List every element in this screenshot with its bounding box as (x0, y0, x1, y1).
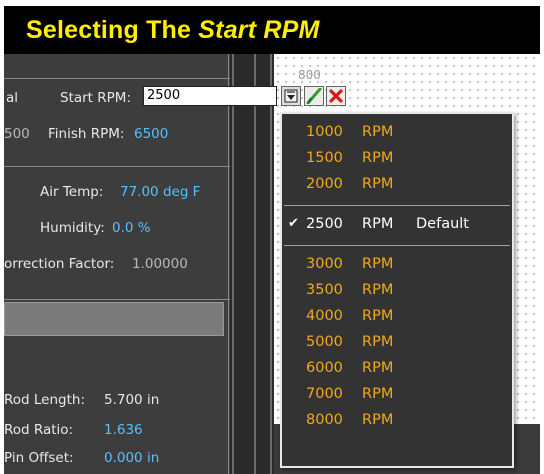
panel-border (228, 54, 229, 474)
finish-rpm-value[interactable]: 6500 (134, 126, 168, 142)
rpm-option-value: 2500 (306, 216, 343, 232)
graph-axis-label: 800 (298, 68, 321, 82)
splitter-stripe (254, 54, 256, 474)
correction-factor-value: 1.00000 (132, 256, 188, 272)
start-rpm-input[interactable]: 2500 (143, 86, 277, 106)
rpm-option-value: 8000 (306, 412, 343, 428)
rpm-option-value: 3000 (306, 256, 343, 272)
panel-splitter (230, 54, 274, 474)
page-title: Selecting The Start RPM (26, 16, 320, 45)
rpm-option-8000[interactable]: 8000 RPM (282, 410, 512, 432)
pin-offset-label: Pin Offset: (4, 450, 74, 466)
rpm-option-unit: RPM (362, 124, 394, 140)
rpm-option-7000[interactable]: 7000 RPM (282, 384, 512, 406)
correction-factor-label: orrection Factor: (4, 256, 115, 272)
dropdown-button[interactable] (281, 86, 301, 106)
rpm-option-unit: RPM (362, 412, 394, 428)
red-x-icon (329, 89, 343, 103)
rpm-option-6000[interactable]: 6000 RPM (282, 358, 512, 380)
rpm-option-unit: RPM (362, 334, 394, 350)
humidity-label: Humidity: (40, 220, 105, 236)
rod-ratio-label: Rod Ratio: (4, 422, 74, 438)
rpm-option-3500[interactable]: 3500 RPM (282, 280, 512, 302)
splitter-stripe (232, 54, 234, 474)
rpm-option-unit: RPM (362, 386, 394, 402)
rpm-option-4000[interactable]: 4000 RPM (282, 306, 512, 328)
start-rpm-value: 2500 (147, 88, 181, 103)
rod-length-label: Rod Length: (4, 392, 86, 408)
rpm-option-unit: RPM (362, 282, 394, 298)
rpm-option-value: 3500 (306, 282, 343, 298)
rpm-option-unit: RPM (362, 308, 394, 324)
checkmark-icon: ✔ (288, 216, 299, 231)
rpm-option-1500[interactable]: 1500 RPM (282, 148, 512, 170)
dropdown-separator (284, 245, 510, 246)
rpm-option-note: Default (416, 216, 469, 232)
title-prefix: Selecting The (26, 15, 199, 44)
air-temp-value[interactable]: 77.00 deg F (120, 184, 200, 200)
humidity-value[interactable]: 0.0 % (112, 220, 151, 236)
rpm-option-2000[interactable]: 2000 RPM (282, 174, 512, 196)
splitter-stripe (270, 54, 272, 474)
rpm-option-2500[interactable]: ✔ 2500 RPM Default (282, 214, 512, 236)
finish-rpm-label: Finish RPM: (48, 126, 125, 142)
panel-divider (4, 78, 230, 79)
rpm-option-value: 5000 (306, 334, 343, 350)
rpm-option-5000[interactable]: 5000 RPM (282, 332, 512, 354)
rod-ratio-value: 1.636 (104, 422, 143, 438)
rpm-option-unit: RPM (362, 216, 394, 232)
rpm-option-unit: RPM (362, 176, 394, 192)
rpm-option-value: 4000 (306, 308, 343, 324)
rpm-option-value: 7000 (306, 386, 343, 402)
title-banner: Selecting The Start RPM (4, 6, 540, 54)
accept-button[interactable] (304, 86, 324, 106)
rpm-option-unit: RPM (362, 360, 394, 376)
rpm-option-3000[interactable]: 3000 RPM (282, 254, 512, 276)
rod-length-value: 5.700 in (104, 392, 160, 408)
dropdown-separator (284, 205, 510, 206)
pin-offset-value[interactable]: 0.000 in (104, 450, 159, 466)
rpm-option-1000[interactable]: 1000 RPM (282, 122, 512, 144)
panel-divider (4, 299, 230, 300)
section-header-bar (4, 302, 224, 336)
cancel-button[interactable] (326, 86, 346, 106)
prev-value-fragment: 500 (4, 126, 30, 142)
rpm-option-value: 1500 (306, 150, 343, 166)
air-temp-label: Air Temp: (40, 184, 104, 200)
rpm-option-unit: RPM (362, 256, 394, 272)
rpm-option-value: 2000 (306, 176, 343, 192)
green-check-icon (306, 88, 322, 104)
rpm-option-value: 6000 (306, 360, 343, 376)
dropdown-arrow-icon (284, 89, 298, 103)
rpm-option-value: 1000 (306, 124, 343, 140)
rpm-option-unit: RPM (362, 150, 394, 166)
panel-divider (4, 166, 230, 167)
start-rpm-label: Start RPM: (60, 90, 131, 106)
title-emphasis: Start RPM (198, 15, 320, 44)
settings-panel: al Start RPM: 500 Finish RPM: 6500 Air T… (4, 54, 230, 474)
prev-field-fragment: al (6, 90, 19, 106)
rpm-dropdown-list[interactable]: 1000 RPM 1500 RPM 2000 RPM ✔ 2500 RPM Default 3000… (280, 112, 514, 468)
